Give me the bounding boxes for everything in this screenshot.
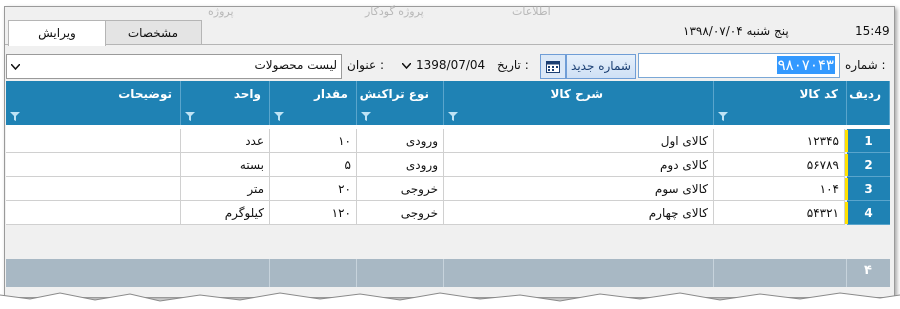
background-text-right: پروژه — [208, 5, 234, 18]
filter-icon[interactable] — [718, 112, 728, 121]
cell-code[interactable]: ۵۴۳۲۱ — [714, 201, 845, 225]
cell-code[interactable]: ۵۶۷۸۹ — [714, 153, 845, 177]
cell-quantity[interactable]: ۱۲۰ — [270, 201, 357, 225]
number-value: ۹۸۰۷۰۴۳ — [776, 56, 835, 74]
cell-notes[interactable] — [6, 201, 181, 225]
cell-description[interactable]: کالای چهارم — [444, 201, 714, 225]
footer-row-count: ۴ — [864, 263, 872, 278]
row-marker — [845, 178, 848, 200]
new-number-button[interactable]: شماره جدید — [566, 54, 636, 79]
tab-properties-label: مشخصات — [127, 26, 179, 40]
date-label: تاریخ : — [497, 58, 529, 72]
column-title-transaction-type: نوع تراکنش — [359, 87, 429, 101]
row-marker — [845, 130, 848, 152]
header-gap — [6, 125, 890, 129]
title-select[interactable]: لیست محصولات — [6, 54, 342, 79]
cell-notes[interactable] — [6, 153, 181, 177]
header-time: 15:49 — [855, 24, 890, 38]
calendar-button[interactable] — [540, 54, 566, 79]
tab-properties[interactable]: مشخصات — [104, 20, 202, 45]
column-header-transaction-type[interactable]: نوع تراکنش — [357, 81, 444, 125]
column-header-quantity[interactable]: مقدار — [270, 81, 357, 125]
column-header-code[interactable]: کد کالا — [714, 81, 847, 125]
cell-unit[interactable]: متر — [181, 177, 270, 201]
cell-transaction-type[interactable]: ورودی — [357, 129, 444, 153]
column-title-quantity: مقدار — [313, 87, 348, 101]
cell-unit[interactable]: کیلوگرم — [181, 201, 270, 225]
footer-cell — [444, 259, 714, 287]
column-header-notes[interactable]: توضیحات — [6, 81, 181, 125]
date-value: 1398/07/04 — [416, 58, 486, 72]
cell-notes[interactable] — [6, 177, 181, 201]
tab-edit-label: ویرایش — [38, 26, 76, 40]
filter-icon[interactable] — [361, 112, 371, 121]
cell-transaction-type[interactable]: خروجی — [357, 177, 444, 201]
row-number: 1 — [847, 129, 890, 153]
calendar-icon — [546, 61, 560, 73]
filter-icon[interactable] — [185, 112, 195, 121]
cell-transaction-type[interactable]: ورودی — [357, 153, 444, 177]
cell-code[interactable]: ۱۲۳۴۵ — [714, 129, 845, 153]
row-number: 3 — [847, 177, 890, 201]
column-title-unit: واحد — [233, 87, 261, 101]
cell-unit[interactable]: بسته — [181, 153, 270, 177]
chevron-down-icon — [402, 63, 411, 69]
cell-description[interactable]: کالای دوم — [444, 153, 714, 177]
background-text-middle: پروژه گودکار — [365, 5, 424, 18]
torn-edge — [0, 292, 900, 309]
column-title-notes: توضیحات — [118, 87, 172, 101]
date-picker[interactable]: 1398/07/04 — [398, 54, 490, 76]
background-text-left: اطلاعات — [512, 5, 551, 18]
column-header-description[interactable]: شرح کالا — [444, 81, 714, 125]
tab-divider — [5, 44, 893, 45]
filter-icon[interactable] — [274, 112, 284, 121]
filter-icon[interactable] — [10, 112, 20, 121]
number-label: شماره : — [845, 58, 886, 72]
title-label: عنوان : — [347, 58, 384, 72]
footer-cell — [357, 259, 444, 287]
footer-cell — [714, 259, 847, 287]
column-title-description: شرح کالا — [550, 87, 603, 101]
cell-description[interactable]: کالای اول — [444, 129, 714, 153]
row-number: 2 — [847, 153, 890, 177]
cell-code[interactable]: ۱۰۴ — [714, 177, 845, 201]
filter-icon[interactable] — [448, 112, 458, 121]
title-value: لیست محصولات — [254, 58, 338, 72]
grid-empty-area — [6, 233, 890, 259]
cell-quantity[interactable]: ۱۰ — [270, 129, 357, 153]
row-marker — [845, 154, 848, 176]
number-input[interactable]: ۹۸۰۷۰۴۳ — [638, 53, 840, 78]
column-header-row-number[interactable]: ردیف — [847, 81, 890, 125]
row-marker — [845, 202, 848, 224]
column-title-code: کد کالا — [799, 87, 838, 101]
cell-quantity[interactable]: ۵ — [270, 153, 357, 177]
cell-notes[interactable] — [6, 129, 181, 153]
cell-transaction-type[interactable]: خروجی — [357, 201, 444, 225]
row-number: 4 — [847, 201, 890, 225]
footer-cell — [270, 259, 357, 287]
column-title-row-number: ردیف — [849, 87, 881, 101]
tab-edit[interactable]: ویرایش — [8, 20, 106, 46]
cell-unit[interactable]: عدد — [181, 129, 270, 153]
cell-description[interactable]: کالای سوم — [444, 177, 714, 201]
header-date: پنج شنبه ۱۳۹۸/۰۷/۰۴ — [683, 24, 789, 38]
cell-quantity[interactable]: ۲۰ — [270, 177, 357, 201]
footer-cell — [181, 259, 270, 287]
chevron-down-icon — [11, 64, 20, 70]
column-header-unit[interactable]: واحد — [181, 81, 270, 125]
